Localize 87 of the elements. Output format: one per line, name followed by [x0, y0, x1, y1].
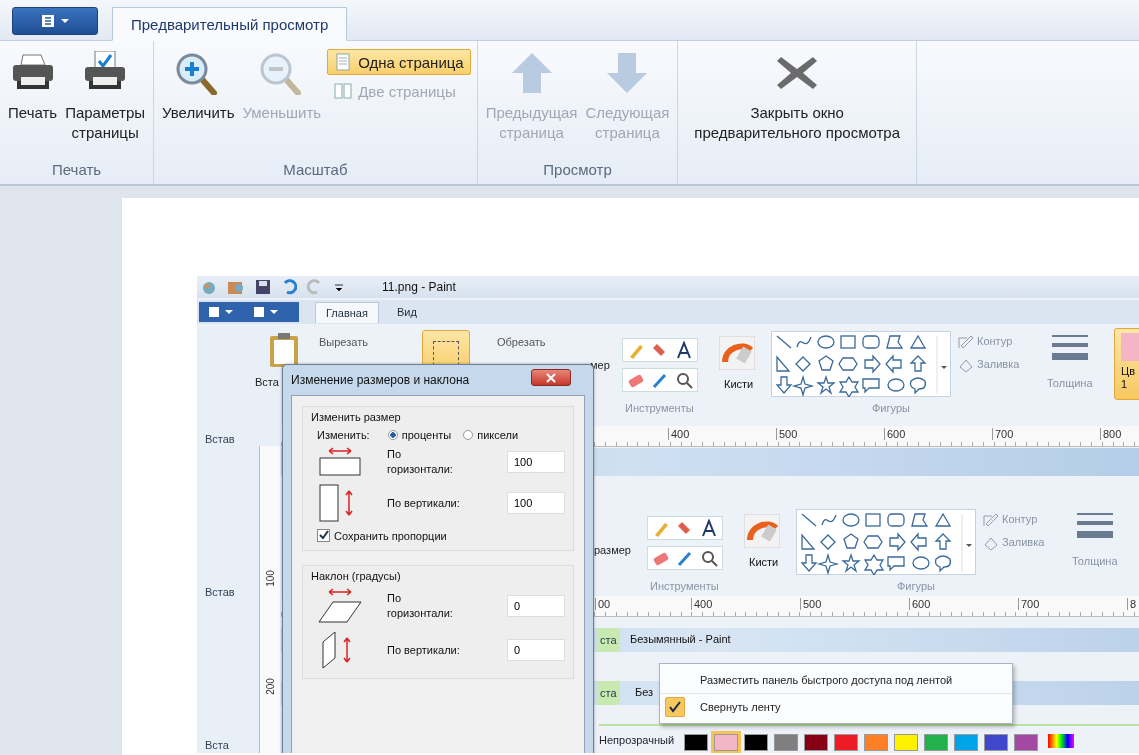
transparency-button[interactable]: Непрозрачный — [599, 734, 675, 746]
color-swatch[interactable] — [924, 734, 949, 751]
pencil-outline-icon — [957, 334, 975, 350]
paint-app-icon[interactable] — [201, 279, 217, 295]
input-field[interactable]: 100 — [507, 451, 565, 473]
checkbox[interactable]: Сохранить пропорции — [311, 529, 565, 542]
brushes-button[interactable]: Кисти — [724, 378, 754, 390]
group-label: Просмотр — [543, 161, 612, 178]
group-label: Фигуры — [897, 580, 935, 592]
ribbon-button[interactable]: Параметры страницы — [63, 45, 148, 145]
crop-button[interactable]: Обрезать — [497, 336, 546, 348]
group-label: Печать — [52, 161, 102, 178]
brushes-button[interactable]: Кисти — [749, 556, 779, 568]
group-label: Инструменты — [625, 402, 694, 414]
window-title: Без — [635, 686, 654, 698]
ribbon-button[interactable]: Закрыть окно предварительного просмотра — [692, 45, 903, 145]
color-swatch[interactable] — [864, 734, 889, 751]
check-mark-icon — [318, 530, 329, 541]
check-mark-icon — [665, 697, 685, 717]
color-button[interactable]: Цв 1 — [1114, 328, 1139, 400]
radio-button[interactable]: проценты — [387, 429, 452, 441]
input-field[interactable]: 0 — [507, 639, 565, 661]
undo-icon[interactable] — [281, 279, 297, 295]
field-label: По горизонтали: — [387, 447, 454, 477]
save-icon[interactable] — [255, 279, 271, 295]
horizontal-skew-icon — [317, 588, 363, 624]
color-palette-icon — [1048, 734, 1075, 748]
window-title: Безымянный - Paint — [630, 633, 731, 645]
section-title: Наклон (градусы) — [311, 570, 402, 582]
menu-item[interactable]: Свернуть ленту — [660, 693, 1012, 720]
color-swatch[interactable] — [984, 734, 1009, 751]
magnifier-icon[interactable] — [675, 371, 693, 389]
app-menu-button[interactable] — [12, 7, 98, 35]
paint-app-icon[interactable] — [227, 279, 245, 295]
ribbon-tab[interactable]: Предварительный просмотр — [112, 7, 348, 41]
line-thickness-icon — [1052, 334, 1088, 362]
line-thickness-icon — [1077, 512, 1113, 540]
paint-tab[interactable]: Главная — [315, 302, 379, 323]
close-button[interactable] — [531, 369, 571, 386]
menu-item[interactable]: Разместить панель быстрого доступа под лентой — [660, 667, 1012, 693]
group-label: Масштаб — [283, 161, 348, 178]
paint-tab[interactable]: Вид — [387, 302, 427, 322]
field-label: По вертикали: — [387, 495, 461, 511]
horizontal-resize-icon — [317, 447, 363, 477]
cut-button[interactable]: Вырезать — [319, 336, 368, 348]
radio-button[interactable]: пиксели — [463, 429, 519, 441]
paste-label: Встав — [205, 586, 235, 598]
window-title: 11.png - Paint — [382, 280, 456, 294]
field-label: Изменить: — [317, 429, 370, 441]
close-icon — [546, 372, 556, 383]
color-swatch[interactable] — [834, 734, 859, 751]
ribbon-button[interactable]: Увеличить — [160, 45, 237, 125]
color-swatch[interactable] — [744, 734, 769, 751]
input-field[interactable]: 100 — [507, 492, 565, 514]
color-swatch[interactable] — [894, 734, 919, 751]
color-picker-icon[interactable] — [676, 549, 694, 567]
color-picker-icon[interactable] — [651, 371, 669, 389]
ribbon-button[interactable]: Печать — [6, 45, 60, 125]
single-page-icon — [334, 53, 353, 71]
two-pages-icon — [334, 82, 353, 100]
field-label: По вертикали: — [387, 642, 461, 658]
color-swatch[interactable] — [774, 734, 799, 751]
color-swatch[interactable] — [1014, 734, 1039, 751]
vertical-ruler: 100 200 — [259, 446, 280, 753]
clipboard-icon — [267, 332, 301, 368]
paste-label: Вста — [205, 739, 229, 751]
color-swatch[interactable] — [804, 734, 829, 751]
paste-label: Вста — [255, 376, 279, 388]
color-swatch[interactable] — [954, 734, 979, 751]
dialog-title: Изменение размеров и наклона — [291, 373, 470, 387]
brush-icon — [744, 514, 780, 548]
view-mode-button[interactable]: Одна страница — [327, 49, 471, 75]
paste-label: Встав — [205, 433, 235, 445]
resize-label: размер — [594, 544, 631, 556]
color-number: 1 — [1121, 378, 1128, 391]
group-label: Фигуры — [872, 402, 910, 414]
group-label: Инструменты — [650, 580, 719, 592]
pencil-outline-icon — [982, 512, 1000, 528]
brush-icon — [719, 336, 755, 370]
text-tool-icon[interactable] — [675, 341, 693, 359]
magnifier-icon[interactable] — [700, 549, 718, 567]
section-title: Изменить размер — [311, 411, 402, 423]
color-swatch[interactable] — [684, 734, 709, 751]
color-label: Цв — [1121, 365, 1135, 378]
input-field[interactable]: 0 — [507, 595, 565, 617]
color-swatch[interactable] — [714, 734, 739, 751]
text-tool-icon[interactable] — [700, 519, 718, 537]
